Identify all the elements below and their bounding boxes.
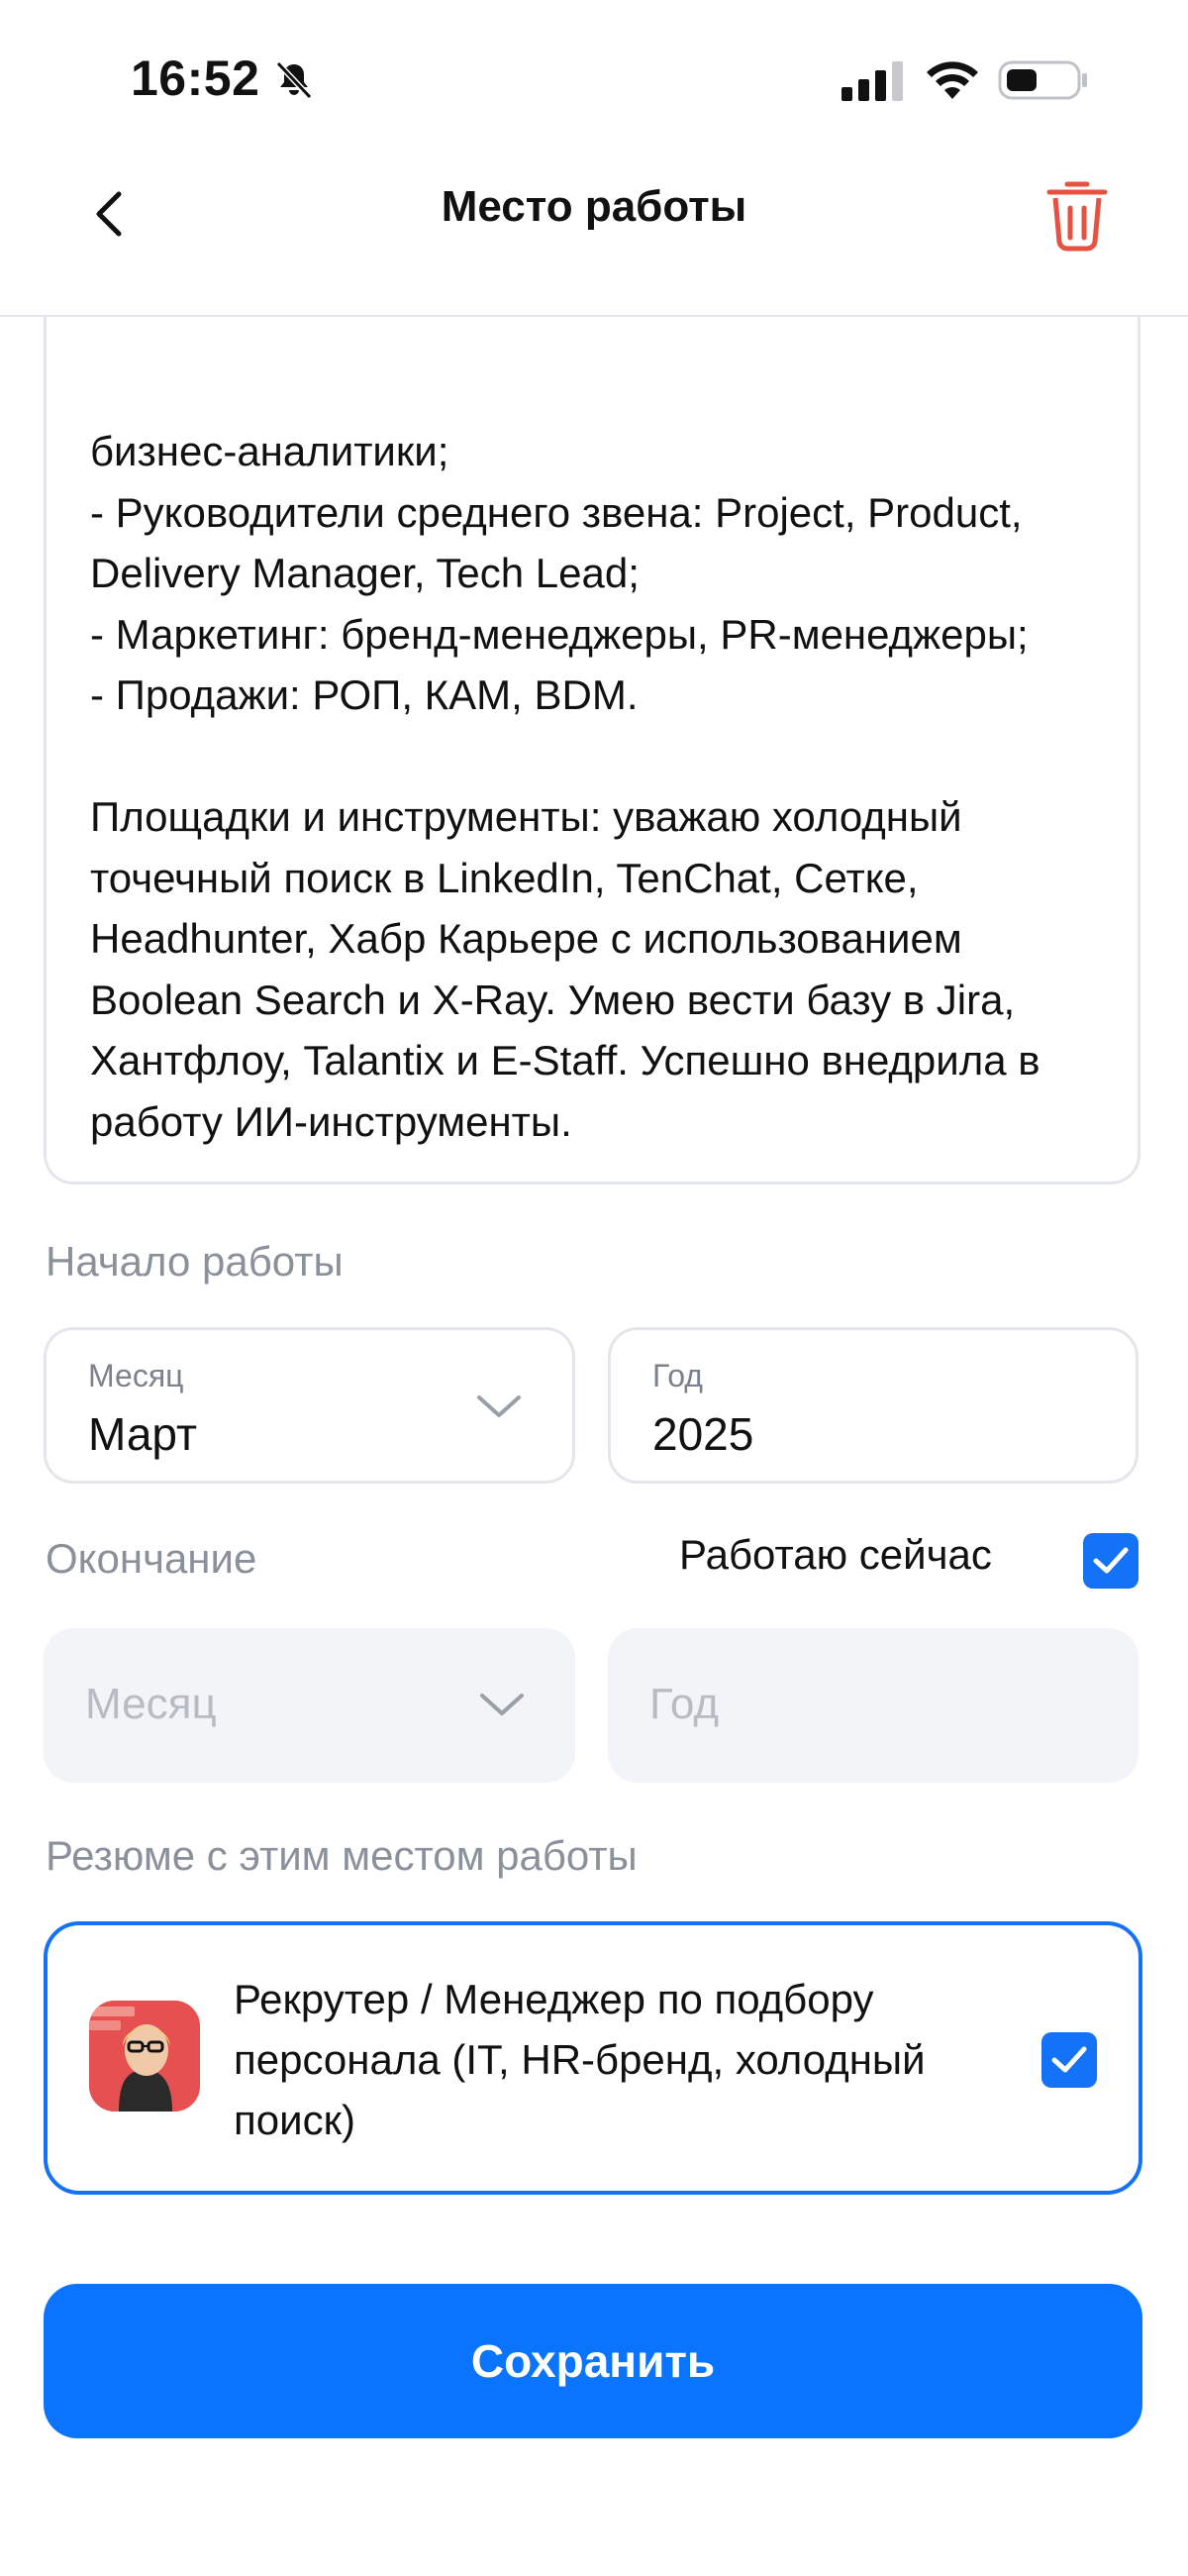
start-section-label: Начало работы	[46, 1238, 344, 1285]
resume-checkbox[interactable]	[1041, 2032, 1097, 2088]
status-bar: 16:52	[0, 0, 1188, 149]
working-now-label[interactable]: Работаю сейчас	[679, 1531, 992, 1579]
start-year-value: 2025	[652, 1408, 754, 1460]
start-year-label: Год	[652, 1358, 703, 1393]
end-year-placeholder: Год	[649, 1680, 720, 1728]
status-time: 16:52	[131, 51, 260, 106]
resume-card[interactable]: Рекрутер / Менеджер по подбору персонала…	[44, 1921, 1142, 2195]
page-title: Место работы	[441, 182, 747, 231]
end-year-field[interactable]: Год	[608, 1628, 1138, 1783]
resume-title: Рекрутер / Менеджер по подбору персонала…	[234, 1976, 926, 2143]
start-month-value: Март	[88, 1408, 198, 1460]
bell-slash-icon	[275, 60, 313, 100]
description-text[interactable]: бизнес-аналитики; - Руководители среднег…	[90, 421, 1098, 1152]
working-now-checkbox[interactable]	[1083, 1533, 1138, 1589]
cellular-signal-icon	[842, 61, 903, 101]
checkmark-icon	[1093, 1547, 1129, 1574]
start-year-field[interactable]: Год 2025	[608, 1327, 1138, 1484]
checkmark-icon	[1051, 2046, 1087, 2073]
start-month-select[interactable]: Месяц Март	[44, 1327, 575, 1484]
wifi-icon	[927, 61, 978, 99]
avatar	[89, 2001, 200, 2112]
navigation-bar: Место работы	[0, 149, 1188, 317]
trash-icon[interactable]	[1043, 174, 1111, 254]
avatar-photo	[89, 2001, 200, 2112]
chevron-down-icon	[477, 1395, 521, 1417]
resume-section-label: Резюме с этим местом работы	[46, 1832, 638, 1879]
end-month-placeholder: Месяц	[85, 1680, 217, 1728]
end-section-label: Окончание	[46, 1535, 257, 1582]
start-month-label: Месяц	[88, 1358, 184, 1393]
end-month-select[interactable]: Месяц	[44, 1628, 575, 1783]
save-button[interactable]: Сохранить	[44, 2284, 1142, 2438]
chevron-down-icon	[480, 1694, 524, 1715]
description-textarea[interactable]: бизнес-аналитики; - Руководители среднег…	[44, 258, 1140, 1185]
battery-icon	[998, 60, 1087, 100]
